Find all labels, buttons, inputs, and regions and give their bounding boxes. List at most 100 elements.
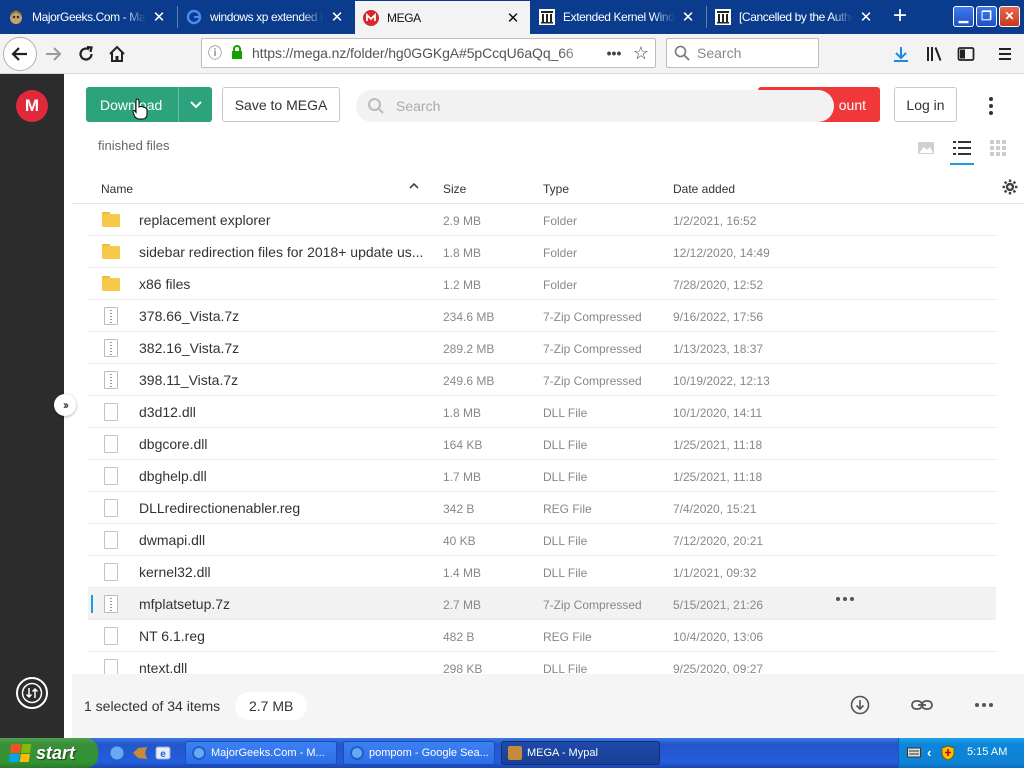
downloads-button[interactable]	[885, 38, 917, 70]
download-circle-icon[interactable]	[847, 692, 873, 718]
new-tab-button[interactable]: +	[887, 4, 913, 30]
file-date-added: 9/16/2022, 17:56	[673, 310, 764, 324]
file-row[interactable]: NT 6.1.reg 482 B REG File 10/4/2020, 13:06	[88, 620, 996, 652]
close-tab-icon[interactable]: ✕	[150, 8, 168, 26]
mega-search-input[interactable]: Search	[356, 90, 834, 122]
page-actions-icon[interactable]: •••	[601, 45, 627, 61]
maximize-window-button[interactable]: ❐	[976, 6, 997, 27]
taskbar-button-label: MEGA - Mypal	[527, 747, 598, 759]
menu-button[interactable]	[989, 38, 1021, 70]
breadcrumb[interactable]: finished files	[98, 138, 170, 153]
close-window-button[interactable]: ✕	[999, 6, 1020, 27]
bookmark-star-icon[interactable]: ☆	[627, 43, 655, 64]
selection-size-badge: 2.7 MB	[235, 692, 308, 720]
column-header-date[interactable]: Date added	[673, 182, 735, 196]
file-name: sidebar redirection files for 2018+ upda…	[139, 244, 424, 260]
lock-icon[interactable]	[228, 44, 246, 62]
browser-quicklaunch-icon[interactable]	[108, 744, 126, 762]
close-tab-icon[interactable]: ✕	[679, 8, 697, 26]
url-bar[interactable]: ⓘ https://mega.nz/folder/hg0GGKgA#5pCcqU…	[201, 38, 656, 68]
file-row[interactable]: x86 files 1.2 MB Folder 7/28/2020, 12:52	[88, 268, 996, 300]
row-more-options-icon[interactable]	[836, 597, 854, 601]
file-type: DLL File	[543, 566, 588, 580]
reload-button[interactable]	[70, 38, 102, 70]
file-row[interactable]: 382.16_Vista.7z 289.2 MB 7-Zip Compressed 1…	[88, 332, 996, 364]
column-settings-gear-icon[interactable]	[1002, 179, 1018, 198]
file-row[interactable]: sidebar redirection files for 2018+ upda…	[88, 236, 996, 268]
tray-expand-chevron-icon[interactable]: ‹	[927, 745, 931, 760]
close-tab-icon[interactable]: ✕	[328, 8, 346, 26]
back-arrow-icon	[11, 47, 27, 61]
mega-logo-icon[interactable]: M	[16, 90, 48, 122]
start-button[interactable]: start	[0, 738, 98, 768]
browser-search-input[interactable]: Search	[666, 38, 819, 68]
file-size: 164 KB	[443, 438, 483, 452]
home-button[interactable]	[101, 38, 133, 70]
browser-tab-extended-kernel[interactable]: Extended Kernel Windo ✕	[531, 2, 705, 32]
login-button[interactable]: Log in	[894, 87, 957, 122]
file-icon	[104, 499, 118, 517]
file-icon	[104, 563, 118, 581]
thumbnail-view-icon[interactable]	[914, 136, 938, 160]
selection-bar: 1 selected of 34 items 2.7 MB	[72, 674, 1024, 738]
column-header-type[interactable]: Type	[543, 182, 569, 196]
taskbar-button-mega[interactable]: MEGA - Mypal	[501, 741, 660, 765]
transfers-icon[interactable]	[16, 677, 48, 709]
save-to-mega-button[interactable]: Save to MEGA	[222, 87, 340, 122]
back-button[interactable]	[3, 37, 37, 71]
columns-icon	[539, 9, 555, 25]
file-row[interactable]: 378.66_Vista.7z 234.6 MB 7-Zip Compressed 9…	[88, 300, 996, 332]
browser-tab-majorgeeks[interactable]: MajorGeeks.Com - Major ✕	[0, 2, 176, 32]
file-row[interactable]: dbgcore.dll 164 KB DLL File 1/25/2021, 11:1…	[88, 428, 996, 460]
library-button[interactable]	[918, 38, 950, 70]
browser-tab-cancelled[interactable]: [Cancelled by the Author ✕	[707, 2, 883, 32]
link-icon[interactable]	[909, 692, 935, 718]
info-icon[interactable]: ⓘ	[202, 43, 228, 63]
file-row[interactable]: mfplatsetup.7z 2.7 MB 7-Zip Compressed 5/15…	[88, 588, 996, 620]
more-options-icon[interactable]	[979, 94, 1003, 118]
close-tab-icon[interactable]: ✕	[504, 9, 522, 27]
file-row[interactable]: replacement explorer 2.9 MB Folder 1/2/2021…	[88, 204, 996, 236]
file-type: REG File	[543, 630, 592, 644]
close-tab-icon[interactable]: ✕	[857, 8, 875, 26]
security-shield-icon[interactable]	[941, 745, 955, 764]
file-date-added: 10/19/2022, 12:13	[673, 374, 770, 388]
file-row[interactable]: kernel32.dll 1.4 MB DLL File 1/1/2021, 09:3…	[88, 556, 996, 588]
file-row[interactable]: dwmapi.dll 40 KB DLL File 7/12/2020, 20:21	[88, 524, 996, 556]
download-button[interactable]: Download	[86, 87, 212, 122]
ie-quicklaunch-icon[interactable]: e	[154, 744, 172, 762]
list-view-icon[interactable]	[950, 136, 974, 165]
file-name: 398.11_Vista.7z	[139, 372, 239, 388]
minimize-window-button[interactable]: ▁	[953, 6, 974, 27]
google-icon	[186, 9, 202, 25]
file-row[interactable]: DLLredirectionenabler.reg 342 B REG File 7/…	[88, 492, 996, 524]
folder-icon	[102, 275, 120, 293]
file-icon	[104, 659, 118, 674]
url-text[interactable]: https://mega.nz/folder/hg0GGKgA#5pCcqU6a…	[246, 45, 601, 61]
file-date-added: 10/4/2020, 13:06	[673, 630, 764, 644]
column-header-name[interactable]: Name	[101, 182, 133, 196]
file-row[interactable]: ntext.dll 298 KB DLL File 9/25/2020, 09:27	[88, 652, 996, 674]
sidebar-toggle-button[interactable]	[950, 38, 982, 70]
file-date-added: 5/15/2021, 21:26	[673, 598, 764, 612]
chevron-down-icon[interactable]	[178, 87, 212, 122]
keyboard-tray-icon[interactable]	[907, 746, 921, 761]
taskbar-button-google[interactable]: pompom - Google Sea...	[343, 741, 495, 765]
taskbar-button-majorgeeks[interactable]: MajorGeeks.Com - M...	[185, 741, 337, 765]
mypal-quicklaunch-icon[interactable]	[131, 744, 149, 762]
more-actions-icon[interactable]	[971, 692, 997, 718]
file-row[interactable]: dbghelp.dll 1.7 MB DLL File 1/25/2021, 11:1…	[88, 460, 996, 492]
sort-ascending-icon[interactable]	[409, 180, 419, 194]
browser-tab-google-search[interactable]: windows xp extended ke ✕	[178, 2, 354, 32]
folder-icon	[102, 211, 120, 229]
grid-view-icon[interactable]	[986, 136, 1010, 160]
file-row[interactable]: 398.11_Vista.7z 249.6 MB 7-Zip Compressed 1…	[88, 364, 996, 396]
column-header-size[interactable]: Size	[443, 182, 466, 196]
file-row[interactable]: d3d12.dll 1.8 MB DLL File 10/1/2020, 14:11	[88, 396, 996, 428]
file-size: 2.7 MB	[443, 598, 482, 612]
browser-tab-mega[interactable]: MEGA ✕	[355, 1, 530, 34]
file-date-added: 10/1/2020, 14:11	[673, 406, 763, 420]
file-list: replacement explorer 2.9 MB Folder 1/2/2021…	[72, 204, 1024, 674]
forward-button[interactable]	[37, 38, 69, 70]
expand-sidebar-chevron-icon[interactable]: ››	[54, 394, 76, 416]
